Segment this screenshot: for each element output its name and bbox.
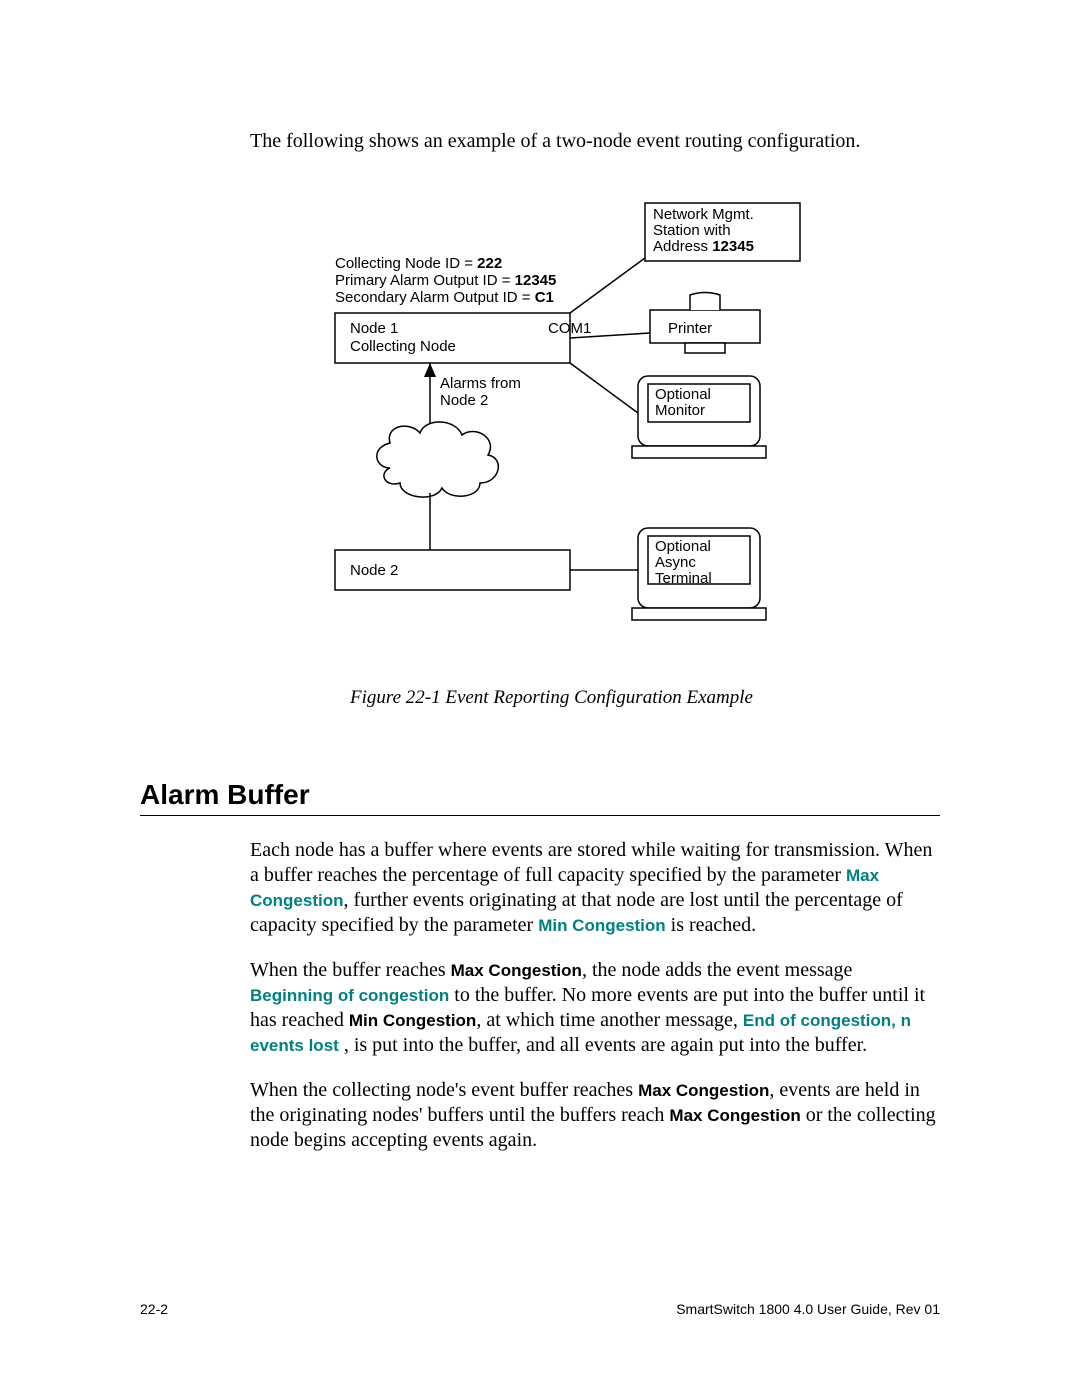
nms-line1: Network Mgmt. [653,206,754,223]
p2-k3: Min Congestion [349,1011,476,1030]
cfg-line3: Secondary Alarm Output ID = C1 [335,289,554,306]
node1-line2: Collecting Node [350,338,456,355]
printer-label: Printer [668,320,712,337]
alarms-line2: Node 2 [440,392,488,409]
p2-t5: , is put into the buffer, and all events… [339,1034,867,1056]
figure-diagram: Network Mgmt. Station with Address 12345… [290,193,940,668]
p2-k1: Max Congestion [451,961,582,980]
com1-label: COM1 [548,320,591,337]
line-node1-nms [570,258,645,313]
p3-k2: Max Congestion [669,1106,800,1125]
arrowhead-icon [424,363,436,377]
para-3: When the collecting node's event buffer … [250,1078,940,1153]
nms-line3: Address 12345 [653,238,754,255]
monitor-line2: Monitor [655,402,705,419]
footer-right: SmartSwitch 1800 4.0 User Guide, Rev 01 [676,1301,940,1317]
node2-label: Node 2 [350,562,398,579]
p1-k2: Min Congestion [538,916,665,935]
para-1: Each node has a buffer where events are … [250,838,940,938]
p2-t1: When the buffer reaches [250,959,451,981]
para-2: When the buffer reaches Max Congestion, … [250,958,940,1058]
section-rule [140,815,940,816]
node1-line1: Node 1 [350,320,398,337]
cfg-line1: Collecting Node ID = 222 [335,255,502,272]
p1-t3: is reached. [666,914,757,936]
p3-k1: Max Congestion [638,1081,769,1100]
p2-t4: , at which time another message, [476,1009,743,1031]
p2-t2: , the node adds the event message [582,959,852,981]
cfg-line2: Primary Alarm Output ID = 12345 [335,272,556,289]
monitor-line1: Optional [655,386,711,403]
figure-caption: Figure 22-1 Event Reporting Configuratio… [350,687,940,709]
p1-t1: Each node has a buffer where events are … [250,839,932,886]
p2-k2: Beginning of congestion [250,986,449,1005]
intro-text: The following shows an example of a two-… [250,130,940,153]
alarms-line1: Alarms from [440,375,521,392]
line-node1-monitor [570,363,638,413]
cloud-icon [377,422,498,497]
p3-t1: When the collecting node's event buffer … [250,1079,638,1101]
section-heading: Alarm Buffer [140,779,940,811]
nms-line2: Station with [653,222,731,239]
footer-left: 22-2 [140,1301,168,1317]
terminal-line3: Terminal [655,570,712,587]
terminal-line2: Async [655,554,696,571]
terminal-line1: Optional [655,538,711,555]
page-footer: 22-2 SmartSwitch 1800 4.0 User Guide, Re… [140,1301,940,1317]
